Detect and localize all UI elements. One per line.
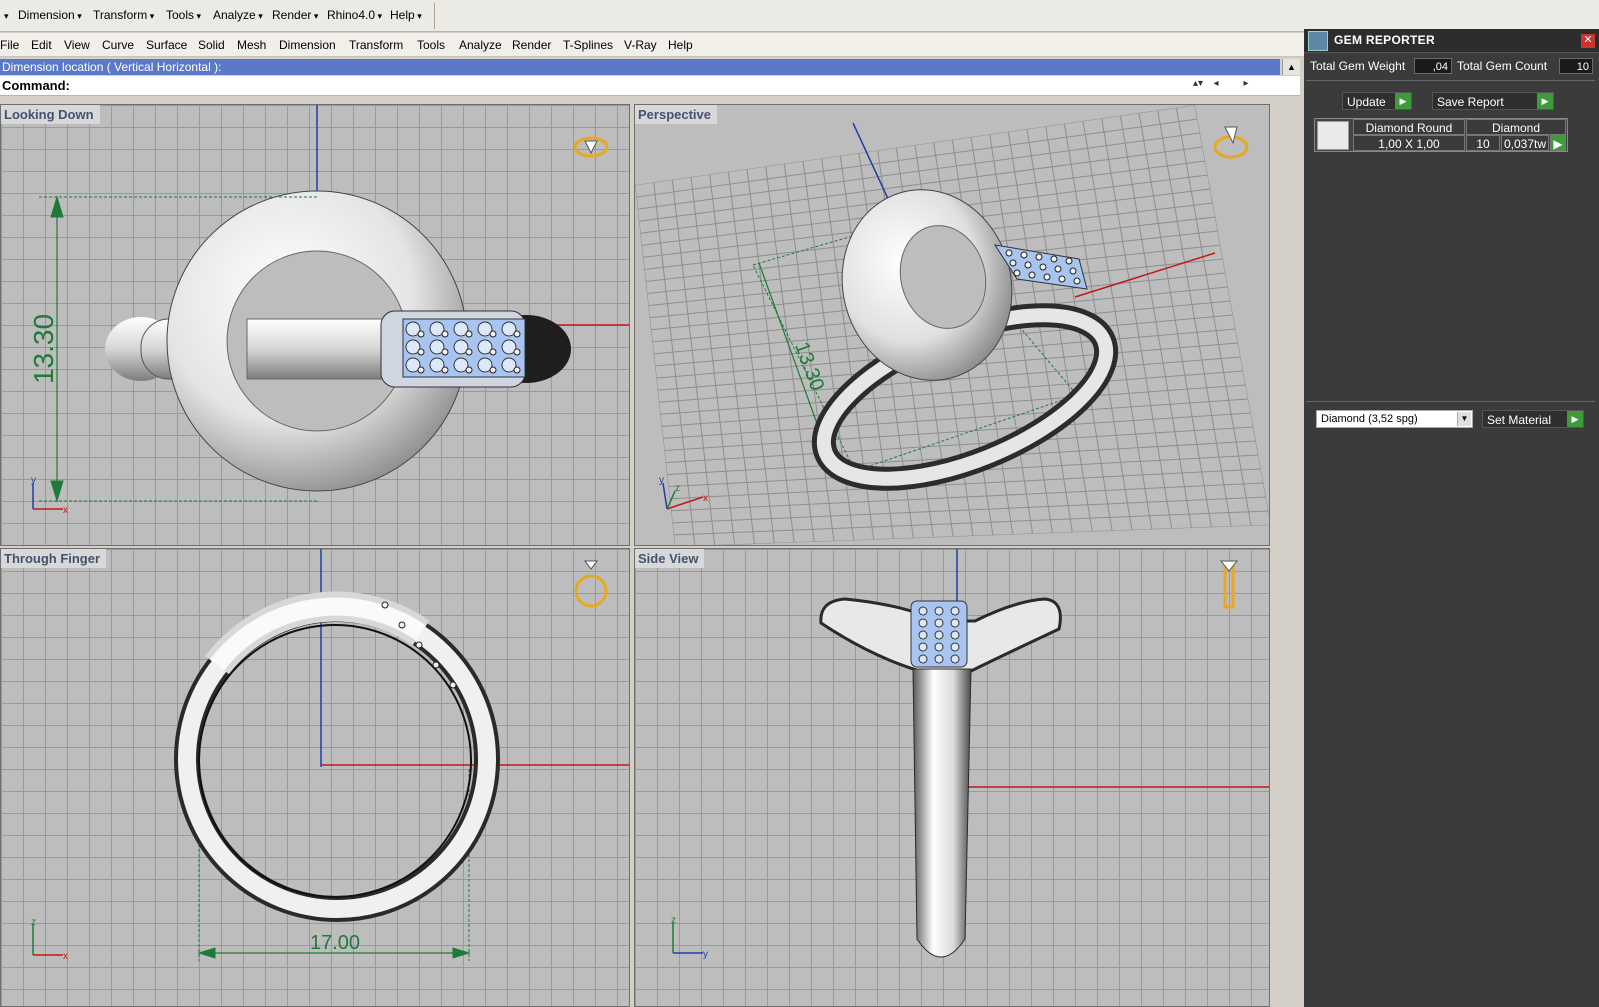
menu-render[interactable]: Render: [512, 38, 551, 52]
gem-count-cell[interactable]: 10: [1466, 135, 1500, 151]
menu-dimension[interactable]: Dimension: [279, 38, 336, 52]
command-line[interactable]: Command: ▴▾ ◂ ▸: [0, 76, 1300, 96]
chevron-down-icon[interactable]: ▼: [1457, 412, 1471, 426]
update-button[interactable]: Update ▶: [1342, 92, 1412, 110]
menu-transform[interactable]: Transform: [349, 38, 403, 52]
set-material-label: Set Material: [1487, 413, 1552, 427]
viewport-looking-down[interactable]: Looking Down 13.30 x y: [0, 104, 630, 546]
total-count-label: Total Gem Count: [1457, 59, 1548, 73]
material-select-value: Diamond (3,52 spg): [1321, 413, 1418, 425]
view-cube-icon[interactable]: [1219, 560, 1239, 609]
dimension-label: 13.30: [28, 314, 59, 384]
gem-table: Diamond Round Diamond 1,00 X 1,00 10 0,0…: [1314, 118, 1568, 152]
set-material-button[interactable]: Set Material ▶: [1482, 410, 1584, 428]
view-cube-icon[interactable]: [1213, 126, 1249, 159]
gem-row-play-icon[interactable]: ▶: [1550, 135, 1566, 151]
view-cube-icon[interactable]: [574, 560, 608, 608]
svg-text:x: x: [63, 505, 68, 516]
view-cube-icon[interactable]: [573, 136, 609, 158]
gem-reporter-icon: [1308, 31, 1328, 51]
toolbar-render[interactable]: Render: [272, 8, 318, 22]
svg-text:x: x: [63, 951, 68, 962]
material-select[interactable]: Diamond (3,52 spg) ▼: [1316, 410, 1473, 428]
toolbar-tools[interactable]: Tools: [166, 8, 201, 22]
close-icon[interactable]: ✕: [1581, 34, 1595, 48]
ring-shank: [912, 668, 972, 958]
svg-text:y: y: [31, 475, 36, 486]
save-report-label: Save Report: [1437, 95, 1504, 109]
gem-size-cell[interactable]: 1,00 X 1,00: [1353, 135, 1465, 151]
dimension-label: 17.00: [310, 932, 360, 954]
viewport-side-view[interactable]: Side View y z: [634, 548, 1270, 1007]
viewport-title[interactable]: Through Finger: [1, 549, 107, 568]
menu-view[interactable]: View: [64, 38, 90, 52]
menu-bar: File Edit View Curve Surface Solid Mesh …: [0, 33, 1304, 57]
menu-surface[interactable]: Surface: [146, 38, 187, 52]
toolbar-rhino4[interactable]: Rhino4.0: [327, 8, 382, 22]
gem-weight-cell[interactable]: 0,037tw: [1501, 135, 1549, 151]
menu-edit[interactable]: Edit: [31, 38, 52, 52]
menu-tsplines[interactable]: T-Splines: [563, 38, 613, 52]
svg-text:y: y: [659, 475, 664, 486]
command-prompt: Dimension location ( Vertical Horizontal…: [0, 59, 1280, 75]
svg-text:y: y: [703, 949, 708, 960]
total-weight-field[interactable]: ,04: [1414, 58, 1452, 74]
panel-title: GEM REPORTER: [1334, 33, 1435, 47]
menu-curve[interactable]: Curve: [102, 38, 134, 52]
command-scroll-right-icon[interactable]: ▸: [1238, 78, 1254, 92]
gem-shape-header: Diamond Round: [1353, 119, 1465, 135]
prompt-scroll-up-icon[interactable]: ▲: [1282, 59, 1300, 75]
toolbar-dropdown-arrow[interactable]: [4, 8, 9, 22]
update-label: Update: [1347, 95, 1386, 109]
play-icon: ▶: [1567, 411, 1583, 427]
viewport-title[interactable]: Side View: [635, 549, 705, 568]
panel-header: GEM REPORTER ✕: [1304, 29, 1599, 53]
menu-vray[interactable]: V-Ray: [624, 38, 657, 52]
svg-text:z: z: [671, 915, 676, 926]
command-history-icon[interactable]: ▴▾: [1190, 78, 1206, 92]
play-icon: ▶: [1395, 93, 1411, 109]
menu-mesh[interactable]: Mesh: [237, 38, 266, 52]
viewport-title[interactable]: Looking Down: [1, 105, 100, 124]
axis-indicator: x z: [31, 917, 68, 962]
toolbar-help[interactable]: Help: [390, 8, 422, 22]
menu-solid[interactable]: Solid: [198, 38, 225, 52]
svg-text:x: x: [703, 493, 708, 504]
toolbar-dimension[interactable]: Dimension: [18, 8, 82, 22]
total-count-field[interactable]: 10: [1559, 58, 1593, 74]
gem-reporter-panel: GEM REPORTER ✕ Total Gem Weight ,04 Tota…: [1304, 29, 1599, 1007]
command-label: Command:: [2, 78, 70, 93]
top-toolbar: Dimension Transform Tools Analyze Render…: [0, 0, 1599, 32]
panel-divider: [1306, 80, 1595, 81]
svg-text:z: z: [31, 917, 36, 928]
save-report-button[interactable]: Save Report ▶: [1432, 92, 1554, 110]
gem-material-header: Diamond: [1466, 119, 1566, 135]
diamond-thumbnail-icon[interactable]: [1317, 121, 1349, 150]
total-weight-label: Total Gem Weight: [1310, 59, 1406, 73]
viewport-perspective[interactable]: Perspective 13.30 x y z: [634, 104, 1270, 546]
menu-help[interactable]: Help: [668, 38, 693, 52]
toolbar-separator: [434, 3, 435, 29]
toolbar-analyze[interactable]: Analyze: [213, 8, 263, 22]
ring-circle: [174, 591, 500, 922]
menu-tools[interactable]: Tools: [417, 38, 445, 52]
viewport-through-finger[interactable]: Through Finger 17.00 x z: [0, 548, 630, 1007]
axis-indicator: y z: [671, 915, 708, 960]
menu-analyze[interactable]: Analyze: [459, 38, 502, 52]
panel-divider: [1306, 401, 1595, 402]
menu-file[interactable]: File: [0, 38, 19, 52]
toolbar-transform[interactable]: Transform: [93, 8, 154, 22]
svg-text:z: z: [675, 483, 680, 494]
command-scroll-left-icon[interactable]: ◂: [1208, 78, 1224, 92]
viewport-title[interactable]: Perspective: [635, 105, 717, 124]
play-icon: ▶: [1537, 93, 1553, 109]
